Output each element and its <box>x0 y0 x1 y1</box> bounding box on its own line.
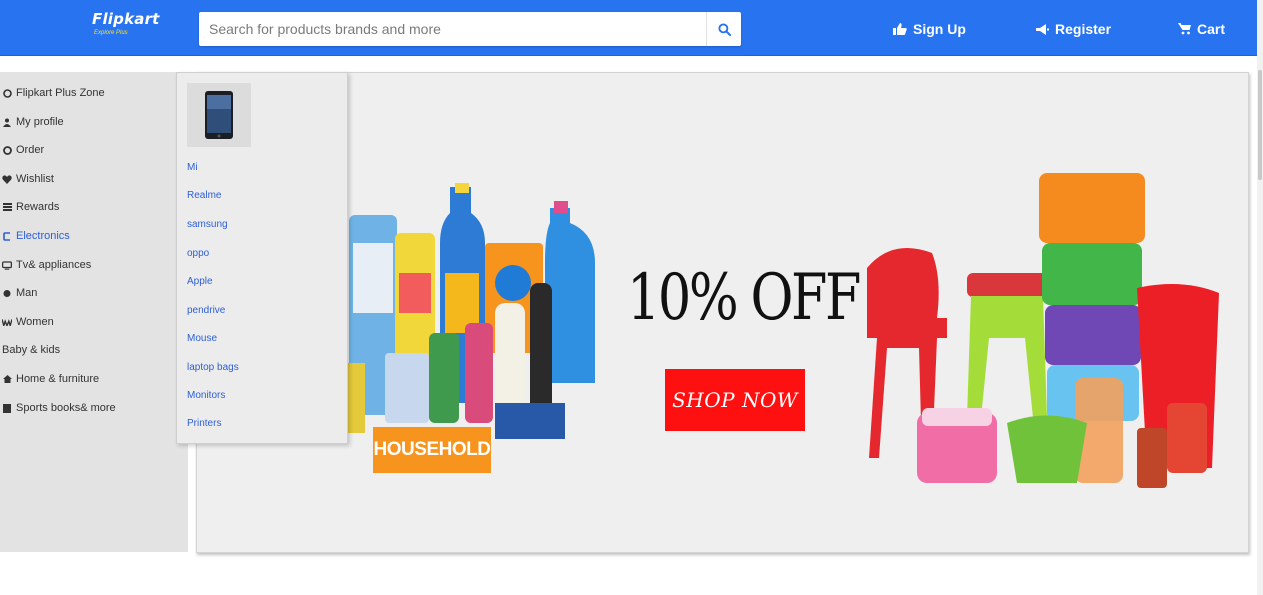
dropdown-item-oppo[interactable]: oppo <box>187 248 209 259</box>
sidebar-item-label: Baby & kids <box>2 344 61 356</box>
sidebar-item-label: Home & furniture <box>16 373 100 385</box>
signup-label: Sign Up <box>913 21 966 37</box>
sidebar-item-electronics[interactable]: Electronics <box>2 227 70 245</box>
dropdown-item-apple[interactable]: Apple <box>187 276 213 287</box>
phone-image[interactable] <box>187 83 251 147</box>
cart-icon <box>1178 23 1191 35</box>
user-icon <box>2 117 12 127</box>
flipkart-logo[interactable]: Flipkart Explore Plus <box>92 10 172 46</box>
thumbs-up-icon <box>893 23 907 35</box>
dropdown-item-monitors[interactable]: Monitors <box>187 390 225 401</box>
promo-banner[interactable]: HOUSEHOLD 10% OFF SHOP NOW <box>196 72 1249 553</box>
household-label: HOUSEHOLD <box>373 427 491 473</box>
cart-label: Cart <box>1197 21 1226 37</box>
dropdown-item-mouse[interactable]: Mouse <box>187 333 217 344</box>
heart-icon <box>2 174 12 184</box>
dropdown-item-samsung[interactable]: samsung <box>187 219 228 230</box>
man-icon <box>2 288 12 298</box>
electronics-icon <box>2 231 12 241</box>
sidebar-item-label: Flipkart Plus Zone <box>16 87 105 99</box>
sidebar-item-rewards[interactable]: Rewards <box>2 198 59 216</box>
dropdown-item-mi[interactable]: Mi <box>187 162 198 173</box>
electronics-dropdown: Mi Realme samsung oppo Apple pendrive Mo… <box>176 72 348 444</box>
dropdown-item-realme[interactable]: Realme <box>187 190 221 201</box>
sidebar-item-home-furniture[interactable]: Home & furniture <box>2 370 99 388</box>
sidebar-item-label: Rewards <box>16 201 60 213</box>
sidebar-item-my-profile[interactable]: My profile <box>2 113 64 131</box>
sidebar-item-tv-appliances[interactable]: Tv& appliances <box>2 256 91 274</box>
dropdown-item-pendrive[interactable]: pendrive <box>187 305 225 316</box>
sidebar-item-label: Tv& appliances <box>16 259 92 271</box>
home-icon <box>2 374 12 384</box>
search-box <box>199 12 741 46</box>
book-icon <box>2 403 12 413</box>
sidebar-item-label: Electronics <box>16 230 70 242</box>
sidebar-item-label: My profile <box>16 116 64 128</box>
register-link[interactable]: Register <box>1036 19 1111 39</box>
plastic-furniture-image <box>867 173 1219 488</box>
shop-now-button[interactable]: SHOP NOW <box>665 369 805 431</box>
sidebar-item-sports-books[interactable]: Sports books& more <box>2 399 116 417</box>
logo-tagline: Explore Plus <box>94 30 128 36</box>
sidebar-item-man[interactable]: Man <box>2 284 37 302</box>
tv-icon <box>2 260 12 270</box>
sidebar-item-baby-kids[interactable]: Baby & kids <box>2 341 60 359</box>
search-input[interactable] <box>199 12 705 46</box>
order-icon <box>2 145 12 155</box>
sidebar-item-label: Women <box>16 316 54 328</box>
megaphone-icon <box>1036 23 1049 35</box>
signup-link[interactable]: Sign Up <box>893 19 966 39</box>
dropdown-item-printers[interactable]: Printers <box>187 418 221 429</box>
women-icon <box>2 317 12 327</box>
search-button[interactable] <box>706 12 741 46</box>
sidebar-item-order[interactable]: Order <box>2 141 44 159</box>
sidebar-item-plus-zone[interactable]: Flipkart Plus Zone <box>2 84 105 102</box>
sidebar-item-women[interactable]: Women <box>2 313 54 331</box>
search-icon <box>717 22 731 36</box>
sidebar-item-label: Wishlist <box>16 173 54 185</box>
top-header: Flipkart Explore Plus Sign Up Register <box>0 0 1257 56</box>
register-label: Register <box>1055 21 1112 37</box>
offer-heading: 10% OFF <box>627 261 861 335</box>
category-sidebar: Flipkart Plus Zone My profile Order Wish… <box>0 72 188 552</box>
scrollbar-thumb[interactable] <box>1258 70 1262 180</box>
cart-link[interactable]: Cart <box>1178 19 1225 39</box>
logo-text: Flipkart <box>92 10 160 28</box>
dropdown-item-laptop-bags[interactable]: laptop bags <box>187 362 239 373</box>
sidebar-item-label: Sports books& more <box>16 402 116 414</box>
smartphone-icon <box>205 91 233 139</box>
rewards-icon <box>2 202 12 212</box>
sidebar-item-wishlist[interactable]: Wishlist <box>2 170 54 188</box>
sidebar-item-label: Order <box>16 144 45 156</box>
sidebar-item-label: Man <box>16 287 38 299</box>
plus-zone-icon <box>2 88 12 98</box>
